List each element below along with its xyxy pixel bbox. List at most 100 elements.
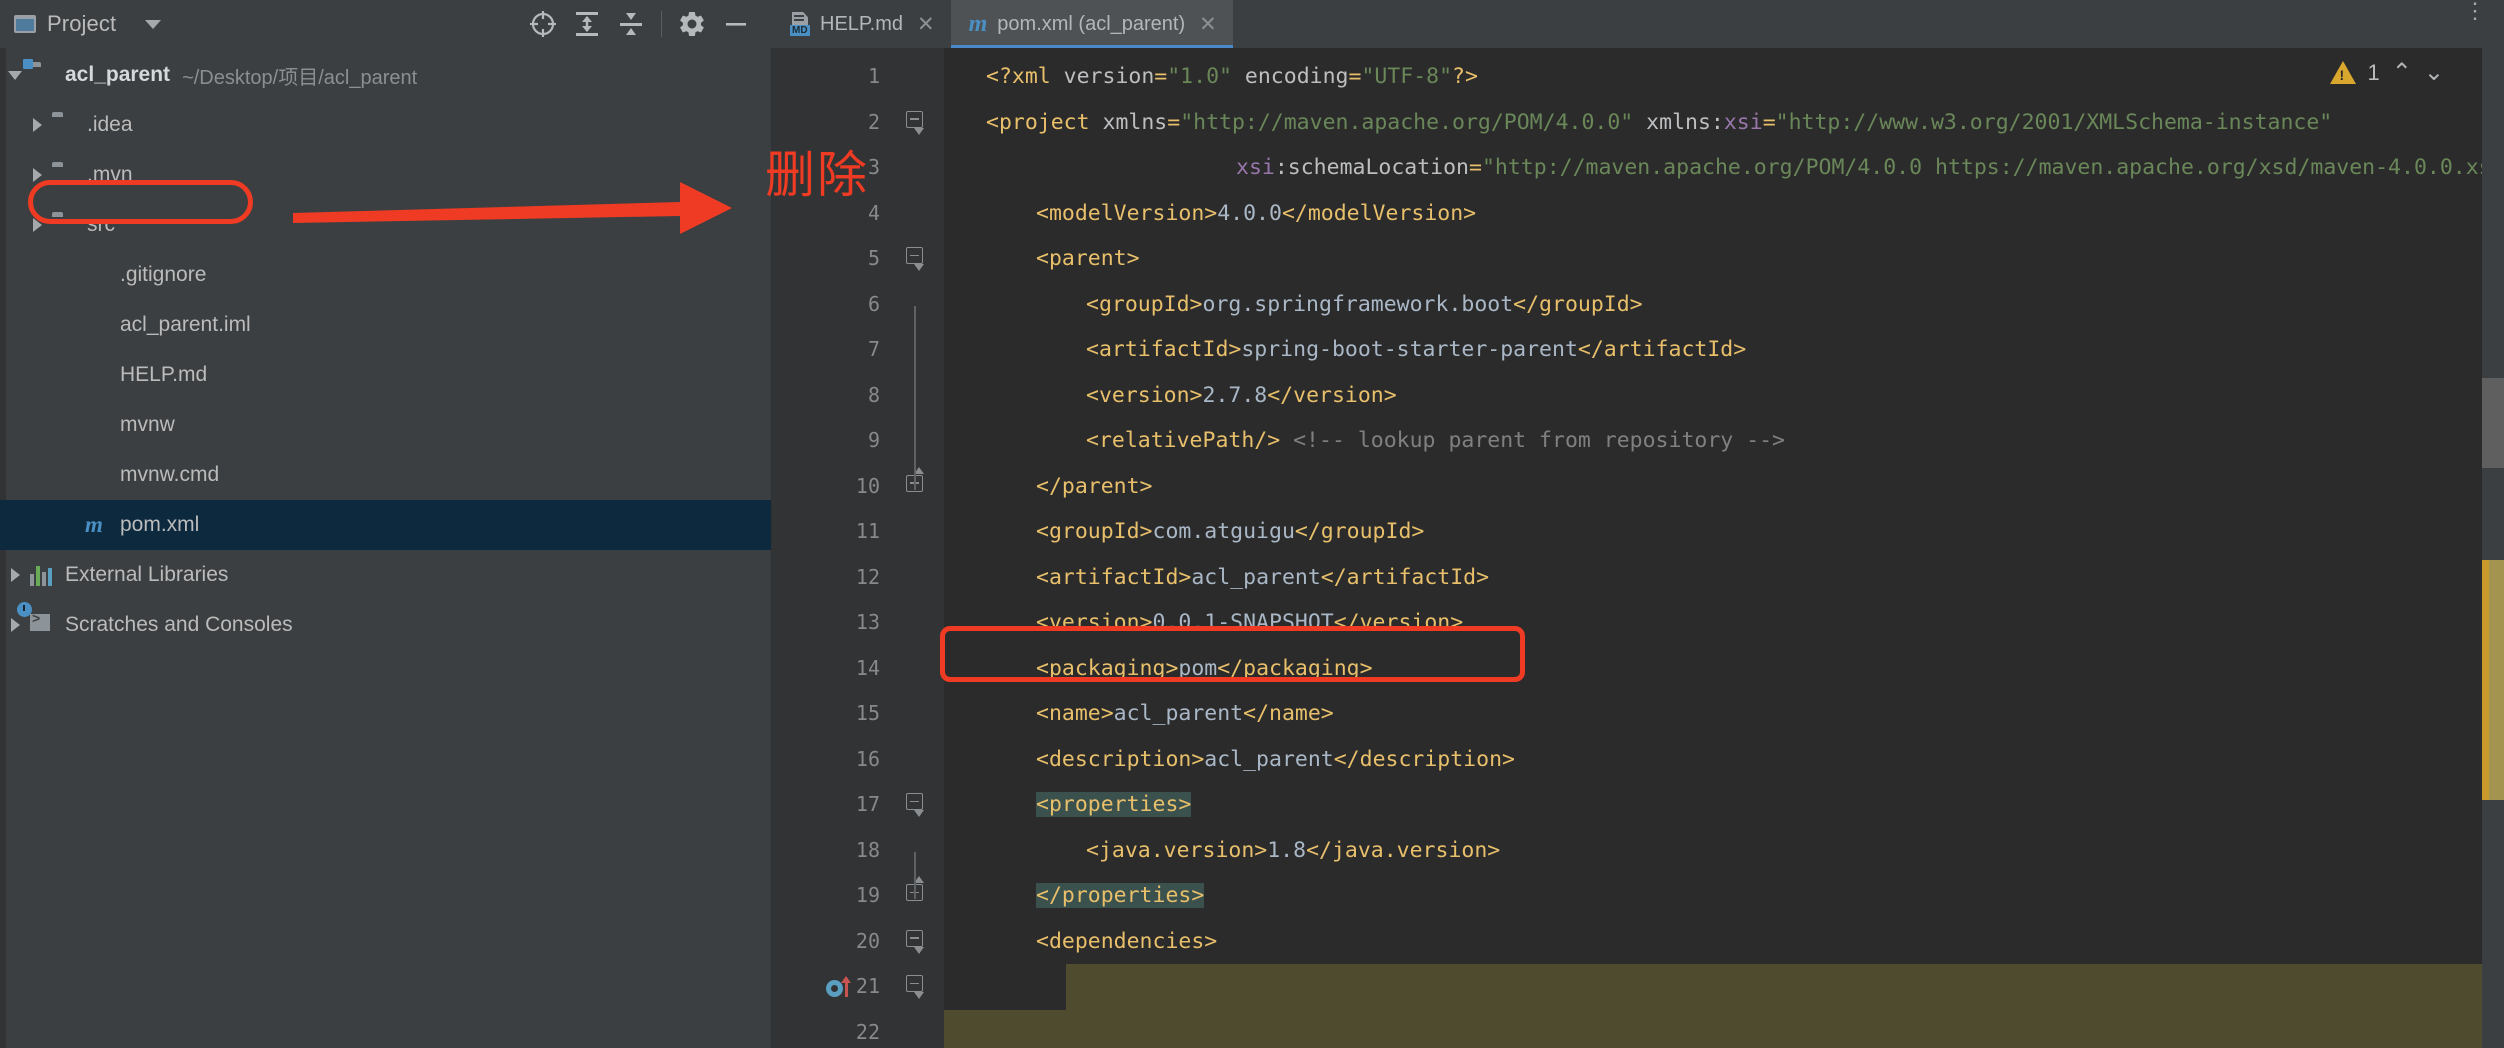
code-line[interactable]: <artifactId>spring-boot-starter-parent</… <box>944 327 2504 373</box>
tree-item-external-libraries[interactable]: External Libraries <box>0 550 771 600</box>
line-number: 8 <box>772 373 892 419</box>
line-number: 18 <box>772 828 892 874</box>
code-token: spring-boot-starter-parent <box>1241 337 1578 362</box>
code-token: = <box>1469 155 1482 180</box>
code-folding-gutter[interactable] <box>892 48 944 1048</box>
code-line[interactable]: <version>0.0.1-SNAPSHOT</version> <box>944 600 2504 646</box>
expand-arrow-icon[interactable] <box>22 218 52 232</box>
fold-toggle-icon[interactable] <box>892 964 944 1010</box>
editor-tab-bar: MD HELP.md ✕ m pom.xml (acl_parent) ✕ ⋮ <box>772 0 2504 48</box>
iml-file-icon <box>85 313 111 337</box>
code-line[interactable]: <groupId>com.atguigu</groupId> <box>944 509 2504 555</box>
code-token: </modelVersion> <box>1282 201 1476 226</box>
fold-spacer <box>892 282 944 328</box>
tree-item-pom-xml[interactable]: mpom.xml <box>0 500 771 550</box>
line-number: 5 <box>772 236 892 282</box>
fold-toggle-icon[interactable] <box>892 919 944 965</box>
code-line[interactable]: </parent> <box>944 464 2504 510</box>
next-problem-icon[interactable]: ⌄ <box>2424 58 2444 87</box>
expand-arrow-icon[interactable] <box>22 168 52 182</box>
code-line[interactable]: <artifactId>acl_parent</artifactId> <box>944 555 2504 601</box>
line-number: 16 <box>772 737 892 783</box>
inspection-widget[interactable]: 1 ⌃ ⌄ <box>2330 58 2444 87</box>
tree-item-mvnw[interactable]: mvnw <box>0 400 771 450</box>
project-window-icon <box>14 15 36 33</box>
project-panel-toolbar: Project <box>0 0 772 48</box>
code-line[interactable]: <description>acl_parent</description> <box>944 737 2504 783</box>
fold-toggle-icon[interactable] <box>892 873 944 919</box>
tree-item-mvn[interactable]: .mvn <box>0 150 771 200</box>
collapse-arrow-icon[interactable] <box>0 71 30 80</box>
fold-toggle-icon[interactable] <box>892 236 944 282</box>
close-icon[interactable]: ✕ <box>917 14 935 35</box>
code-line[interactable]: <project xmlns="http://maven.apache.org/… <box>944 100 2504 146</box>
fold-toggle-icon[interactable] <box>892 464 944 510</box>
chevron-down-icon[interactable] <box>145 20 161 29</box>
selected-code-block <box>1066 964 2504 1010</box>
tab-pom-xml[interactable]: m pom.xml (acl_parent) ✕ <box>951 0 1233 48</box>
editor-marker-stripe[interactable] <box>2482 48 2504 1048</box>
code-token: <project <box>986 110 1103 135</box>
maven-file-icon: m <box>85 513 111 537</box>
code-line[interactable]: <dependencies> <box>944 919 2504 965</box>
tree-item-src[interactable]: src <box>0 200 771 250</box>
code-line[interactable]: <java.version>1.8</java.version> <box>944 828 2504 874</box>
code-token: <groupId> <box>1086 292 1203 317</box>
gear-icon[interactable] <box>670 4 714 44</box>
locate-target-icon[interactable] <box>521 4 565 44</box>
code-token: </version> <box>1334 610 1463 635</box>
code-line[interactable]: <groupId>org.springframework.boot</group… <box>944 282 2504 328</box>
gitignore-file-icon <box>85 263 111 287</box>
code-line[interactable]: <name>acl_parent</name> <box>944 691 2504 737</box>
code-token: "UTF-8" <box>1361 64 1452 89</box>
code-token: org.springframework.boot <box>1203 292 1514 317</box>
collapse-all-icon[interactable] <box>609 4 653 44</box>
tree-item-help-md[interactable]: MDHELP.md <box>0 350 771 400</box>
code-token: com.atguigu <box>1153 519 1295 544</box>
code-token: </parent> <box>1036 474 1153 499</box>
tree-item-gitignore[interactable]: .gitignore <box>0 250 771 300</box>
code-line[interactable]: <modelVersion>4.0.0</modelVersion> <box>944 191 2504 237</box>
expand-arrow-icon[interactable] <box>22 118 52 132</box>
line-number: 10 <box>772 464 892 510</box>
code-line[interactable]: <properties> <box>944 782 2504 828</box>
code-line[interactable]: <relativePath/> <!-- lookup parent from … <box>944 418 2504 464</box>
project-panel-selector[interactable]: Project <box>14 11 161 37</box>
tree-item-mvnw-cmd[interactable]: mvnw.cmd <box>0 450 771 500</box>
fold-toggle-icon[interactable] <box>892 100 944 146</box>
code-line[interactable]: <parent> <box>944 236 2504 282</box>
tree-item-acl-parent[interactable]: acl_parent~/Desktop/项目/acl_parent <box>0 50 771 100</box>
tab-help-md[interactable]: MD HELP.md ✕ <box>772 0 951 48</box>
tree-item-acl-parent-iml[interactable]: acl_parent.iml <box>0 300 771 350</box>
code-token: acl_parent <box>1114 701 1243 726</box>
code-content[interactable]: <?xml version="1.0" encoding="UTF-8"?><p… <box>944 48 2504 1048</box>
more-options-icon[interactable]: ⋮ <box>2446 0 2504 48</box>
top-bar: Project <box>0 0 2504 48</box>
expand-arrow-icon[interactable] <box>0 618 30 632</box>
tree-item-idea[interactable]: .idea <box>0 100 771 150</box>
code-token: <parent> <box>1036 246 1140 271</box>
markdown-file-icon: MD <box>790 12 810 36</box>
line-number: 19 <box>772 873 892 919</box>
code-token: "http://maven.apache.org/POM/4.0.0" <box>1180 110 1633 135</box>
expand-all-icon[interactable] <box>565 4 609 44</box>
code-line[interactable]: <?xml version="1.0" encoding="UTF-8"?> <box>944 54 2504 100</box>
code-line[interactable]: xsi:schemaLocation="http://maven.apache.… <box>944 145 2504 191</box>
code-line[interactable]: </properties> <box>944 873 2504 919</box>
fold-toggle-icon[interactable] <box>892 782 944 828</box>
code-editor[interactable]: 1234567891011121314151617181920212223 <?… <box>772 48 2504 1048</box>
code-line[interactable]: <packaging>pom</packaging> <box>944 646 2504 692</box>
maven-inherited-icon[interactable] <box>826 976 848 998</box>
minimize-icon[interactable] <box>714 4 758 44</box>
expand-arrow-icon[interactable] <box>0 568 30 582</box>
code-token: </artifactId> <box>1578 337 1746 362</box>
tree-item-scratches-and-consoles[interactable]: Scratches and Consoles <box>0 600 771 650</box>
cmd-file-icon <box>85 463 111 487</box>
code-token: <modelVersion> <box>1036 201 1217 226</box>
scrollbar-thumb[interactable] <box>2482 378 2504 468</box>
close-icon[interactable]: ✕ <box>1199 14 1217 35</box>
line-number: 3 <box>772 145 892 191</box>
previous-problem-icon[interactable]: ⌃ <box>2392 58 2412 87</box>
code-token: <artifactId> <box>1036 565 1191 590</box>
code-line[interactable]: <version>2.7.8</version> <box>944 373 2504 419</box>
